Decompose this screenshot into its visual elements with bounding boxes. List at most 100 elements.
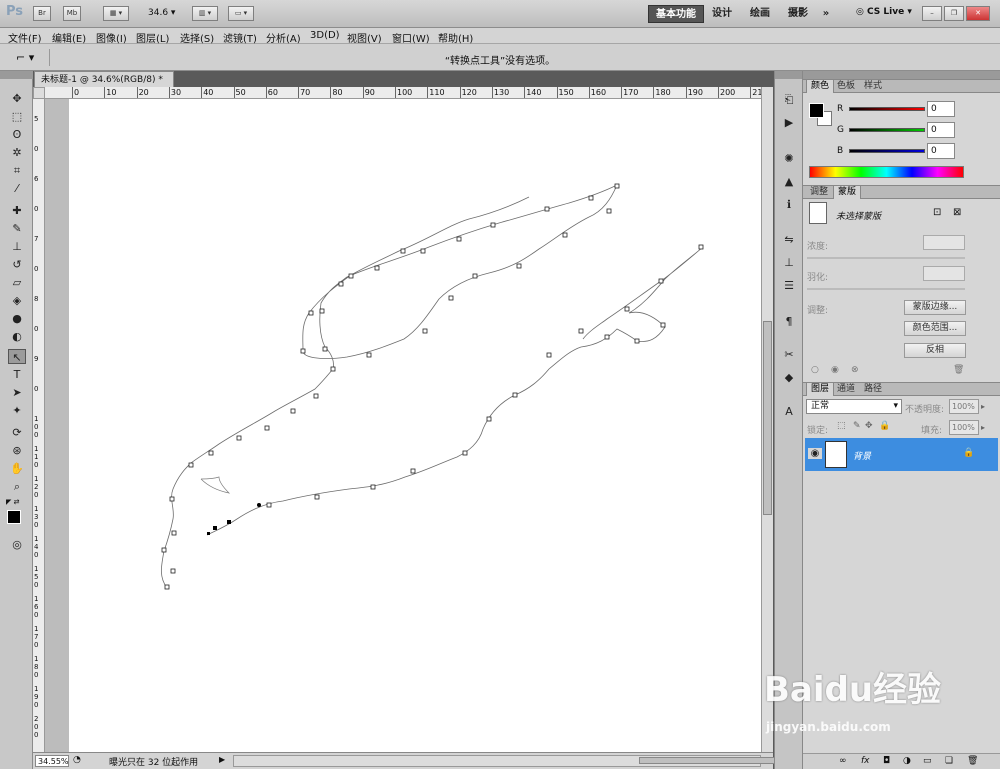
- canvas-area[interactable]: [45, 99, 763, 752]
- zoom-level-dropdown[interactable]: 34.6 ▾: [148, 8, 175, 18]
- document-tab[interactable]: 未标题-1 @ 34.6%(RGB/8) * ×: [34, 71, 174, 102]
- vertical-ruler[interactable]: 5 0 6 0 7 0 8 0 9 0 1 0 0 1 1 0 1 2 0 1 3 0 1 4 0 1 5 0…: [33, 99, 45, 752]
- menu-select[interactable]: 选择(S): [180, 30, 214, 45]
- anchor-point[interactable]: [164, 584, 170, 590]
- move-tool-icon[interactable]: ✥: [8, 91, 26, 106]
- anchor-point[interactable]: [266, 502, 272, 508]
- anchor-point[interactable]: [208, 450, 214, 456]
- anchor-point[interactable]: [410, 468, 416, 474]
- menu-filter[interactable]: 滤镜(T): [223, 30, 257, 45]
- tab-color[interactable]: 颜色: [806, 80, 835, 93]
- lock-all-icon[interactable]: 🔒: [879, 421, 890, 431]
- status-zoom-field[interactable]: 34.55%: [35, 755, 69, 767]
- close-window-button[interactable]: ✕: [966, 6, 990, 21]
- channel-b-slider[interactable]: [849, 149, 925, 153]
- anchor-point[interactable]: [370, 484, 376, 490]
- workspace-painting[interactable]: 绘画: [746, 5, 774, 23]
- menu-analysis[interactable]: 分析(A): [266, 30, 301, 45]
- anchor-point[interactable]: [171, 530, 177, 536]
- selected-anchor-point[interactable]: [207, 532, 210, 535]
- anchor-point[interactable]: [338, 281, 344, 287]
- anchor-point[interactable]: [366, 352, 372, 358]
- anchor-point[interactable]: [330, 366, 336, 372]
- anchor-point[interactable]: [322, 346, 328, 352]
- anchor-point[interactable]: [562, 232, 568, 238]
- anchor-point[interactable]: [161, 547, 167, 553]
- clone-stamp-tool-icon[interactable]: ⊥: [8, 239, 26, 254]
- tab-layers[interactable]: 图层: [806, 383, 835, 396]
- new-layer-icon[interactable]: ❏: [945, 756, 953, 766]
- horizontal-scroll-thumb[interactable]: [639, 757, 779, 764]
- anchor-point[interactable]: [456, 236, 462, 242]
- anchor-point[interactable]: [634, 338, 640, 344]
- bridge-button[interactable]: Br: [33, 6, 51, 21]
- lock-image-icon[interactable]: ✎: [853, 421, 861, 431]
- document-canvas[interactable]: [69, 99, 763, 752]
- anchor-point[interactable]: [420, 248, 426, 254]
- lock-position-icon[interactable]: ✥: [865, 421, 873, 431]
- anchor-point[interactable]: [170, 568, 176, 574]
- workspace-essentials[interactable]: 基本功能: [648, 5, 704, 23]
- direction-handle[interactable]: [257, 503, 261, 507]
- color-range-button[interactable]: 颜色范围...: [904, 321, 966, 336]
- channel-b-input[interactable]: 0: [927, 143, 955, 159]
- feather-field[interactable]: [923, 266, 965, 281]
- channel-g-slider[interactable]: [849, 128, 925, 132]
- anchor-point[interactable]: [348, 273, 354, 279]
- tool-presets-panel-icon[interactable]: ☰: [781, 278, 797, 294]
- 3d-rotate-tool-icon[interactable]: ⟳: [8, 425, 26, 440]
- anchor-point[interactable]: [300, 348, 306, 354]
- 3d-panel-icon[interactable]: ✂: [781, 347, 797, 363]
- menu-view[interactable]: 视图(V): [347, 30, 382, 45]
- anchor-point[interactable]: [512, 392, 518, 398]
- anchor-point[interactable]: [516, 263, 522, 269]
- tab-swatches[interactable]: 色板: [833, 80, 859, 93]
- history-panel-icon[interactable]: ⎗: [781, 92, 797, 108]
- layer-style-icon[interactable]: fx: [861, 756, 870, 766]
- foreground-color-swatch[interactable]: [7, 510, 21, 524]
- arrange-documents-button[interactable]: ▥ ▾: [192, 6, 218, 21]
- menu-image[interactable]: 图像(I): [96, 30, 127, 45]
- swap-colors-icon[interactable]: ◤ ⇄: [6, 498, 19, 506]
- anchor-point[interactable]: [472, 273, 478, 279]
- brush-tool-icon[interactable]: ✎: [8, 221, 26, 236]
- anchor-point[interactable]: [374, 265, 380, 271]
- anchor-point[interactable]: [290, 408, 296, 414]
- horizontal-ruler[interactable]: 0 10 20 30 40 50 60 70 80 90 100 110 120 130 140 150 160…: [45, 87, 768, 99]
- invert-button[interactable]: 反相: [904, 343, 966, 358]
- opacity-field[interactable]: 100%: [949, 399, 979, 414]
- menu-layer[interactable]: 图层(L): [136, 30, 169, 45]
- tab-channels[interactable]: 通道: [833, 383, 859, 396]
- menu-file[interactable]: 文件(F): [8, 30, 42, 45]
- fill-slider-arrow[interactable]: ▸: [981, 420, 991, 435]
- anchor-point[interactable]: [314, 494, 320, 500]
- delete-layer-icon[interactable]: 🗑: [967, 756, 978, 766]
- selected-anchor-point[interactable]: [213, 526, 217, 530]
- density-slider[interactable]: [807, 257, 965, 259]
- selected-anchor-point[interactable]: [227, 520, 231, 524]
- horizontal-scrollbar[interactable]: [233, 755, 779, 767]
- anchor-point[interactable]: [604, 334, 610, 340]
- anchor-point[interactable]: [658, 278, 664, 284]
- anchor-point[interactable]: [578, 328, 584, 334]
- navigator-panel-icon[interactable]: ✺: [781, 151, 797, 167]
- anchor-point[interactable]: [188, 462, 194, 468]
- delete-mask-icon[interactable]: 🗑: [953, 365, 964, 375]
- menu-window[interactable]: 窗口(W): [392, 30, 430, 45]
- tools-panel-header[interactable]: [0, 71, 33, 79]
- vertical-scroll-thumb[interactable]: [763, 321, 772, 515]
- new-group-icon[interactable]: ▭: [923, 756, 932, 766]
- color-spectrum-bar[interactable]: [809, 166, 964, 178]
- clone-source-panel-icon[interactable]: ⊥: [781, 255, 797, 271]
- anchor-point[interactable]: [313, 393, 319, 399]
- anchor-point[interactable]: [462, 450, 468, 456]
- anchor-point[interactable]: [169, 496, 175, 502]
- character-panel-icon[interactable]: A: [781, 404, 797, 420]
- anchor-point[interactable]: [264, 425, 270, 431]
- animation-panel-icon[interactable]: ◆: [781, 370, 797, 386]
- anchor-point[interactable]: [588, 195, 594, 201]
- pixel-mask-icon[interactable]: ⊡: [933, 207, 941, 218]
- tab-masks[interactable]: 蒙版: [833, 186, 862, 199]
- panels-header[interactable]: [803, 71, 1000, 79]
- link-layers-icon[interactable]: ∞: [839, 756, 847, 766]
